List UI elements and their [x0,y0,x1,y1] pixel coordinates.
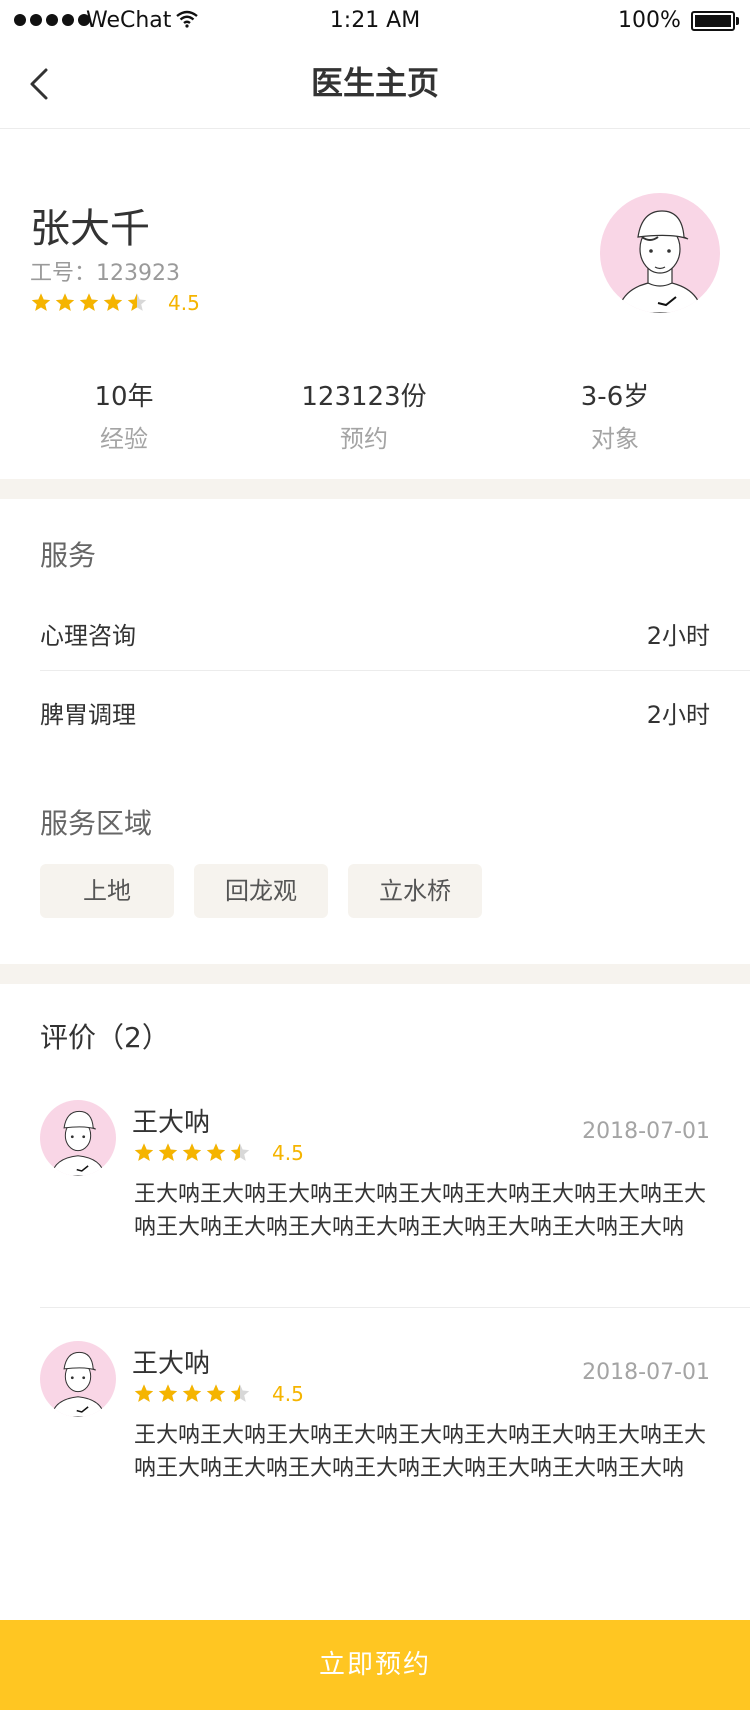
battery-icon [691,11,735,31]
star-icon [206,1143,226,1161]
services-title: 服务 [40,539,97,572]
review-rating-stars [133,1383,251,1405]
star-icon [230,1143,250,1161]
page-title: 医生主页 [310,64,439,102]
stat-value: 3-6岁 [580,382,650,412]
star-icon [158,1384,178,1402]
service-area-title: 服务区域 [40,807,153,840]
battery-percent: 100% [618,8,681,33]
star-icon [55,293,75,311]
review-text: 王大呐王大呐王大呐王大呐王大呐王大呐王大呐王大呐王大呐王大呐王大呐王大呐王大呐王… [134,1423,707,1481]
review-text: 王大呐王大呐王大呐王大呐王大呐王大呐王大呐王大呐王大呐王大呐王大呐王大呐王大呐王… [134,1182,707,1240]
star-icon [182,1143,202,1161]
review-rating-stars [133,1142,251,1164]
service-duration: 2小时 [646,701,710,729]
star-icon [230,1384,250,1402]
star-icon [127,293,147,311]
doctor-avatar [600,193,720,313]
service-name: 心理咨询 [40,622,136,650]
reviewer-avatar [40,1341,116,1417]
star-icon [79,293,99,311]
service-row[interactable]: 心理咨询 2小时 [40,592,710,670]
doctor-stats: 10年 经验 123123份 预约 3-6岁 对象 [0,376,750,454]
stat-label: 预约 [340,425,388,453]
star-icon [134,1384,154,1402]
book-now-button[interactable]: 立即预约 [0,1620,750,1710]
stat-label: 对象 [591,425,639,453]
star-icon [206,1384,226,1402]
reviewer-avatar [40,1100,116,1176]
stat-target-age: 3-6岁 对象 [480,376,750,454]
review-divider [40,1307,750,1308]
star-icon [158,1143,178,1161]
stat-value: 123123份 [301,382,427,412]
review-rating-value: 4.5 [272,1141,304,1165]
reviewer-name: 王大呐 [132,1108,211,1138]
review-rating-value: 4.5 [272,1382,304,1406]
service-duration: 2小时 [646,622,710,650]
star-icon [182,1384,202,1402]
doctor-rating-stars [30,292,148,314]
stat-value: 10年 [94,382,154,412]
star-icon [103,293,123,311]
service-name: 脾胃调理 [40,701,136,729]
nav-bar: 医生主页 [0,44,750,129]
section-divider [0,964,750,984]
employee-id: 工号：123923 [30,261,180,286]
doctor-name: 张大千 [30,206,150,252]
area-tag[interactable]: 上地 [40,864,174,918]
status-bar: WeChat 1:21 AM 100% [0,0,750,44]
doctor-rating-value: 4.5 [168,291,200,315]
star-icon [31,293,51,311]
service-row[interactable]: 脾胃调理 2小时 [40,671,710,749]
reviewer-name: 王大呐 [132,1349,211,1379]
stat-appointments: 123123份 预约 [248,376,480,454]
stat-experience: 10年 经验 [0,376,248,454]
stat-label: 经验 [100,425,148,453]
battery-tip [736,17,739,25]
review-date: 2018-07-01 [582,1119,710,1144]
review-date: 2018-07-01 [582,1360,710,1385]
reviews-title: 评价（2） [40,1021,170,1054]
section-divider [0,479,750,499]
area-tag[interactable]: 回龙观 [194,864,328,918]
star-icon [134,1143,154,1161]
area-tag[interactable]: 立水桥 [348,864,482,918]
